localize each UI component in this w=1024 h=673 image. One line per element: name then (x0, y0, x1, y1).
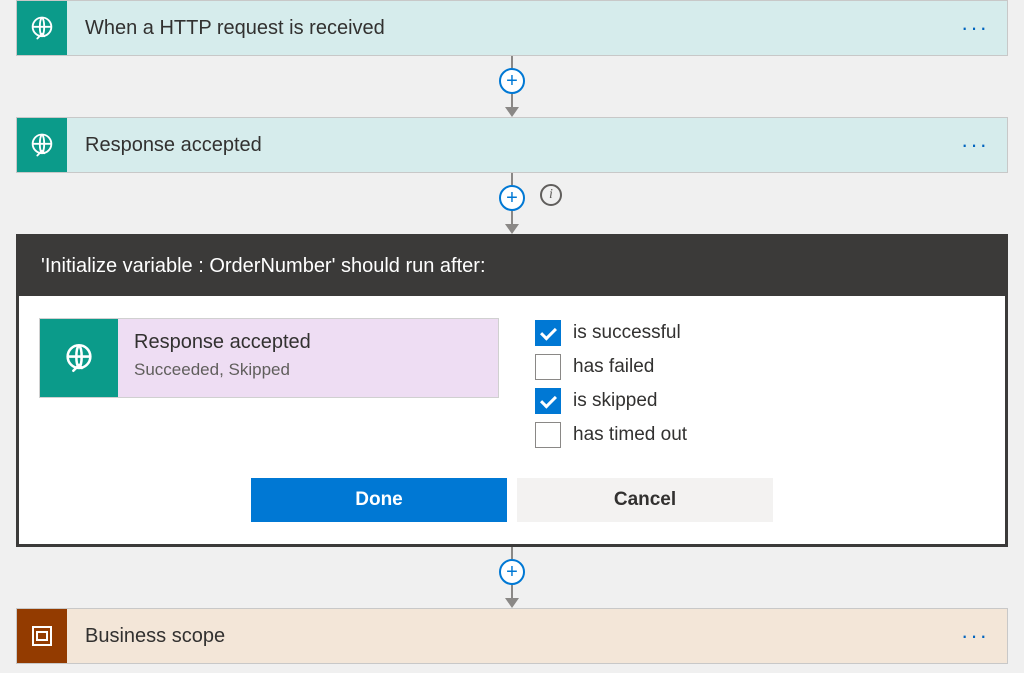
checkbox[interactable] (535, 320, 561, 346)
predecessor-title: Response accepted (134, 331, 311, 354)
cancel-button[interactable]: Cancel (517, 478, 773, 522)
option-has-failed[interactable]: has failed (535, 352, 687, 382)
more-icon[interactable]: ··· (943, 132, 1007, 158)
connector: + i (16, 173, 1008, 234)
option-label: has failed (573, 356, 654, 378)
checkbox[interactable] (535, 388, 561, 414)
globe-icon (17, 118, 67, 172)
add-step-button[interactable]: + (499, 559, 525, 585)
add-step-button[interactable]: + (499, 68, 525, 94)
predecessor-card[interactable]: Response accepted Succeeded, Skipped (39, 318, 499, 398)
option-label: is successful (573, 322, 681, 344)
checkbox[interactable] (535, 422, 561, 448)
step-title: Response accepted (67, 134, 943, 157)
info-icon[interactable]: i (540, 184, 562, 206)
step-title: When a HTTP request is received (67, 17, 943, 40)
step-response-accepted[interactable]: Response accepted ··· (16, 117, 1008, 173)
option-is-skipped[interactable]: is skipped (535, 386, 687, 416)
step-http-request[interactable]: When a HTTP request is received ··· (16, 0, 1008, 56)
add-step-button[interactable]: + (499, 185, 525, 211)
more-icon[interactable]: ··· (943, 623, 1007, 649)
option-label: has timed out (573, 424, 687, 446)
connector: + (16, 547, 1008, 608)
option-has-timed-out[interactable]: has timed out (535, 420, 687, 450)
option-label: is skipped (573, 390, 658, 412)
globe-icon (40, 319, 118, 397)
run-after-options: is successful has failed is skipped has … (535, 318, 687, 450)
scope-icon (17, 609, 67, 663)
run-after-panel: 'Initialize variable : OrderNumber' shou… (16, 234, 1008, 547)
done-button[interactable]: Done (251, 478, 507, 522)
option-is-successful[interactable]: is successful (535, 318, 687, 348)
step-business-scope[interactable]: Business scope ··· (16, 608, 1008, 664)
connector: + (16, 56, 1008, 117)
step-title: Business scope (67, 625, 943, 648)
run-after-header: 'Initialize variable : OrderNumber' shou… (19, 237, 1005, 296)
checkbox[interactable] (535, 354, 561, 380)
globe-icon (17, 1, 67, 55)
predecessor-status: Succeeded, Skipped (134, 360, 311, 380)
more-icon[interactable]: ··· (943, 15, 1007, 41)
